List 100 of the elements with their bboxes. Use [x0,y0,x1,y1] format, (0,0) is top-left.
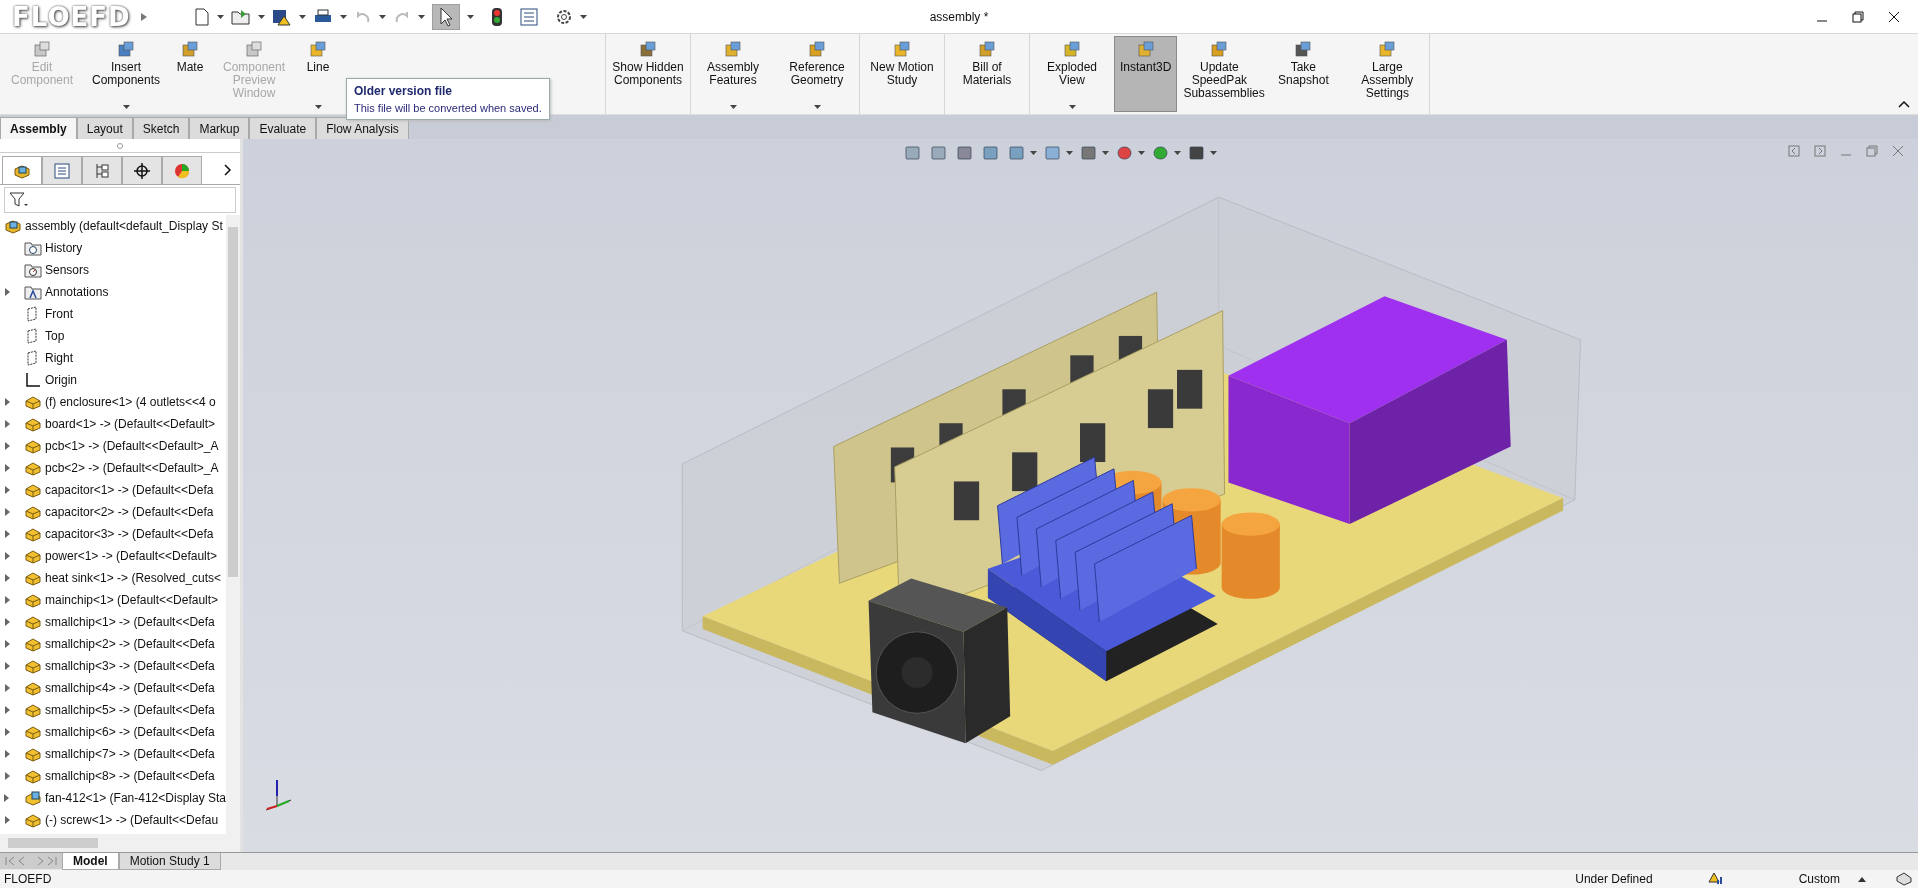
tree-item[interactable]: smallchip<6> -> (Default<<Defa [0,721,226,743]
motion-tab[interactable]: Model [62,853,119,870]
caret-icon[interactable] [418,14,425,19]
expand-arrow-icon[interactable] [4,772,10,780]
save-warning-icon[interactable] [272,7,292,26]
tree-item[interactable]: capacitor<2> -> (Default<<Defa [0,501,226,523]
vertical-scrollbar[interactable] [226,215,240,834]
expand-arrow-icon[interactable] [4,552,10,560]
ribbon-button[interactable]: Insert Components [84,36,168,112]
ribbon-button[interactable]: Exploded View [1030,36,1114,112]
caret-icon[interactable] [217,14,224,19]
feature-tree-tab[interactable] [2,156,42,184]
tree-item[interactable]: Annotations [0,281,226,303]
tree-item[interactable]: smallchip<4> -> (Default<<Defa [0,677,226,699]
expand-arrow-icon[interactable] [4,574,10,582]
expand-arrow-icon[interactable] [4,464,10,472]
expand-arrow-icon[interactable] [4,420,10,428]
tree-item[interactable]: Right [0,347,226,369]
expand-arrow-icon[interactable] [140,11,148,22]
caret-icon[interactable] [258,14,265,19]
tree-item[interactable]: Origin [0,369,226,391]
tree-item[interactable]: heat sink<1> -> (Resolved_cuts< [0,567,226,589]
caret-icon[interactable] [1030,151,1037,155]
expand-arrow-icon[interactable] [4,794,10,802]
tree-item[interactable]: Top [0,325,226,347]
dropdown-caret-icon[interactable] [314,105,322,109]
expand-arrow-icon[interactable] [4,596,10,604]
tree-item[interactable]: smallchip<2> -> (Default<<Defa [0,633,226,655]
open-folder-icon[interactable] [231,7,251,26]
caret-up-icon[interactable] [1858,876,1866,882]
property-tab[interactable] [42,156,82,184]
expand-arrow-icon[interactable] [4,640,10,648]
expand-arrow-icon[interactable] [4,442,10,450]
collapse-ribbon-icon[interactable] [1898,100,1910,108]
caret-icon[interactable] [580,14,587,19]
expand-arrow-icon[interactable] [4,508,10,516]
expand-arrow-icon[interactable] [4,684,10,692]
rebuild-warning-icon[interactable] [1707,872,1724,886]
new-document-icon[interactable] [194,7,210,26]
settings-icon[interactable] [555,7,573,26]
caret-icon[interactable] [1174,151,1181,155]
expand-arrow-icon[interactable] [4,530,10,538]
caret-icon[interactable] [1066,151,1073,155]
tree-item[interactable]: capacitor<3> -> (Default<<Defa [0,523,226,545]
ribbon-tab[interactable]: Layout [76,117,133,139]
expand-arrow-icon[interactable] [4,618,10,626]
tree-item[interactable]: power<1> -> (Default<<Default> [0,545,226,567]
motion-tab[interactable]: Motion Study 1 [118,853,221,870]
expand-arrow-icon[interactable] [4,398,10,406]
expand-arrow-icon[interactable] [4,750,10,758]
expand-arrow-icon[interactable] [4,728,10,736]
tree-item[interactable]: smallchip<7> -> (Default<<Defa [0,743,226,765]
tree-item[interactable]: pcb<1> -> (Default<<Default>_A [0,435,226,457]
ribbon-button[interactable]: Line [296,36,340,112]
caret-icon[interactable] [1210,151,1217,155]
caret-icon[interactable] [467,14,474,19]
dropdown-caret-icon[interactable] [1068,105,1076,109]
horizontal-scrollbar[interactable] [0,834,240,852]
caret-icon[interactable] [379,14,386,19]
ribbon-button[interactable]: Large Assembly Settings [1345,36,1430,112]
tree-item[interactable]: History [0,237,226,259]
expand-arrow-icon[interactable] [4,288,10,296]
ribbon-button[interactable]: Show Hidden Components [606,36,690,112]
tree-item[interactable]: Sensors [0,259,226,281]
dropdown-caret-icon[interactable] [729,105,737,109]
dimxpert-tab[interactable] [122,156,162,184]
tree-item[interactable]: smallchip<3> -> (Default<<Defa [0,655,226,677]
close-icon[interactable] [1888,10,1900,23]
ribbon-tab[interactable]: Evaluate [249,117,317,139]
ribbon-button[interactable]: Mate [168,36,212,112]
tree-item[interactable]: smallchip<1> -> (Default<<Defa [0,611,226,633]
expand-arrow-icon[interactable] [4,486,10,494]
tree-item[interactable]: smallchip<8> -> (Default<<Defa [0,765,226,787]
tile-right-icon[interactable] [1814,145,1826,157]
tile-left-icon[interactable] [1788,145,1800,157]
caret-icon[interactable] [1102,151,1109,155]
caret-icon[interactable] [299,14,306,19]
tree-item[interactable]: (f) enclosure<1> (4 outlets<<4 o [0,391,226,413]
ribbon-tab[interactable]: Assembly [0,117,77,139]
display-tab[interactable] [162,156,202,184]
tree-item[interactable]: fan-412<1> (Fan-412<Display Sta [0,787,226,809]
ribbon-button[interactable]: Reference Geometry [775,36,859,112]
ribbon-button[interactable]: Assembly Features [691,36,775,112]
filter-icon[interactable] [9,191,29,209]
expand-arrow-icon[interactable] [4,706,10,714]
tree-item[interactable]: assembly (default<default_Display St [0,215,226,237]
tree-item[interactable]: capacitor<1> -> (Default<<Defa [0,479,226,501]
dropdown-caret-icon[interactable] [122,105,130,109]
tag-icon[interactable] [1896,872,1912,886]
panel-grip-icon[interactable] [117,142,123,149]
tree-item[interactable]: smallchip<5> -> (Default<<Defa [0,699,226,721]
ribbon-tab[interactable]: Markup [189,117,250,139]
expand-arrow-icon[interactable] [4,816,10,824]
caret-icon[interactable] [340,14,347,19]
ribbon-button[interactable]: Instant3D [1114,36,1178,112]
ribbon-tab[interactable]: Sketch [132,117,190,139]
select-cursor-icon[interactable] [432,3,460,30]
tree-item[interactable]: mainchip<1> (Default<<Default> [0,589,226,611]
tree-item[interactable]: board<1> -> (Default<<Default> [0,413,226,435]
ribbon-button[interactable]: Bill of Materials [945,36,1029,112]
